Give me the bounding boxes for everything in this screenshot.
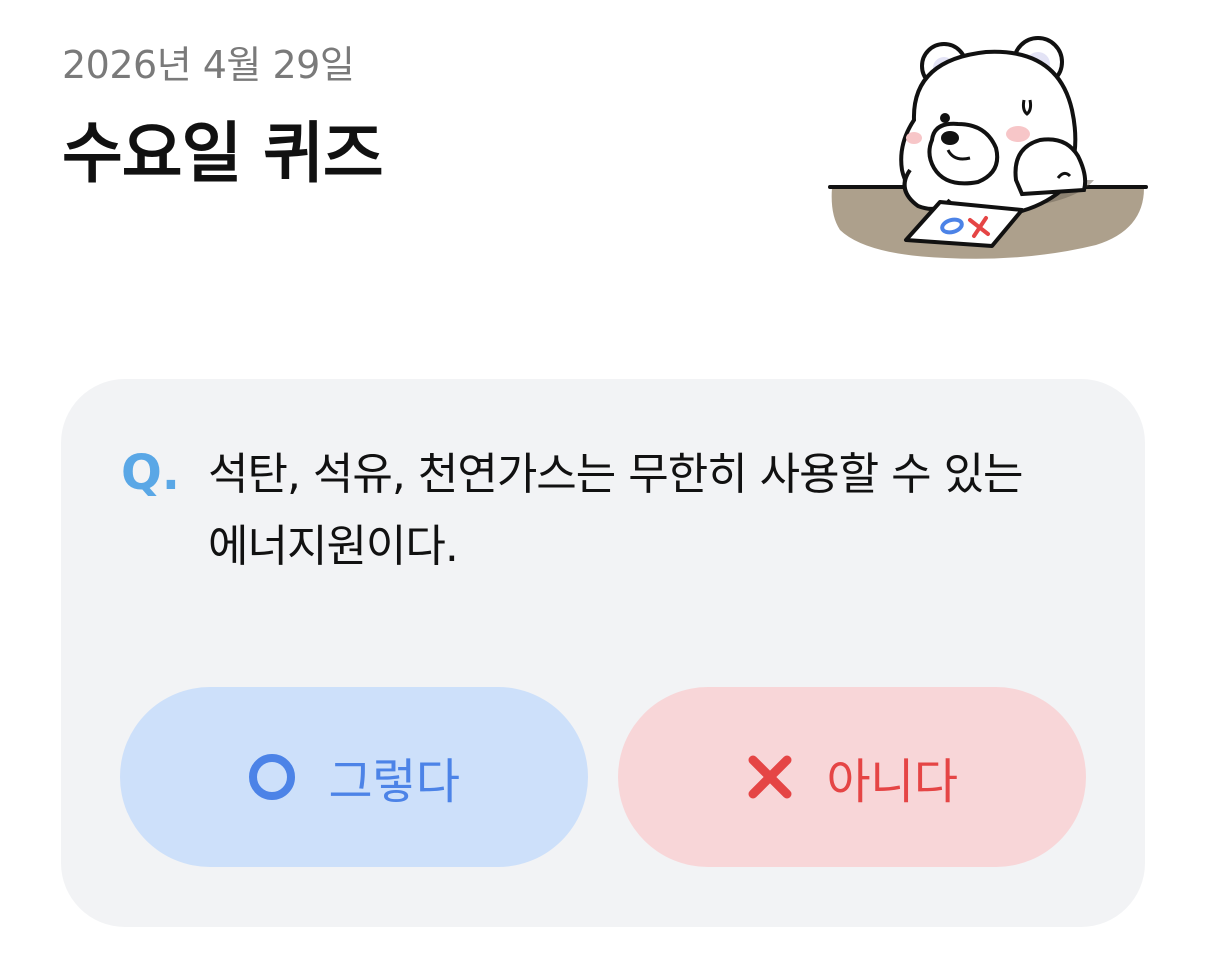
question-text: 석탄, 석유, 천연가스는 무한히 사용할 수 있는 에너지원이다. xyxy=(208,439,1088,583)
question-line-2: 에너지원이다. xyxy=(208,521,459,572)
answer-no-label: 아니다 xyxy=(826,754,958,810)
cross-x-icon xyxy=(748,755,791,799)
page-title: 수요일 퀴즈 xyxy=(62,115,384,192)
quiz-card: Q. 석탄, 석유, 천연가스는 무한히 사용할 수 있는 에너지원이다. 그렇… xyxy=(61,379,1145,927)
question-line-1: 석탄, 석유, 천연가스는 무한히 사용할 수 있는 xyxy=(208,449,1024,500)
quiz-date: 2026년 4월 29일 xyxy=(62,43,355,87)
answer-yes-button[interactable]: 그렇다 xyxy=(120,687,588,867)
circle-o-icon xyxy=(248,754,295,800)
answer-no-button[interactable]: 아니다 xyxy=(618,687,1086,867)
answer-yes-label: 그렇다 xyxy=(328,754,460,810)
question-mark-label: Q. xyxy=(121,445,181,501)
polar-bear-mascot-icon xyxy=(828,36,1148,259)
